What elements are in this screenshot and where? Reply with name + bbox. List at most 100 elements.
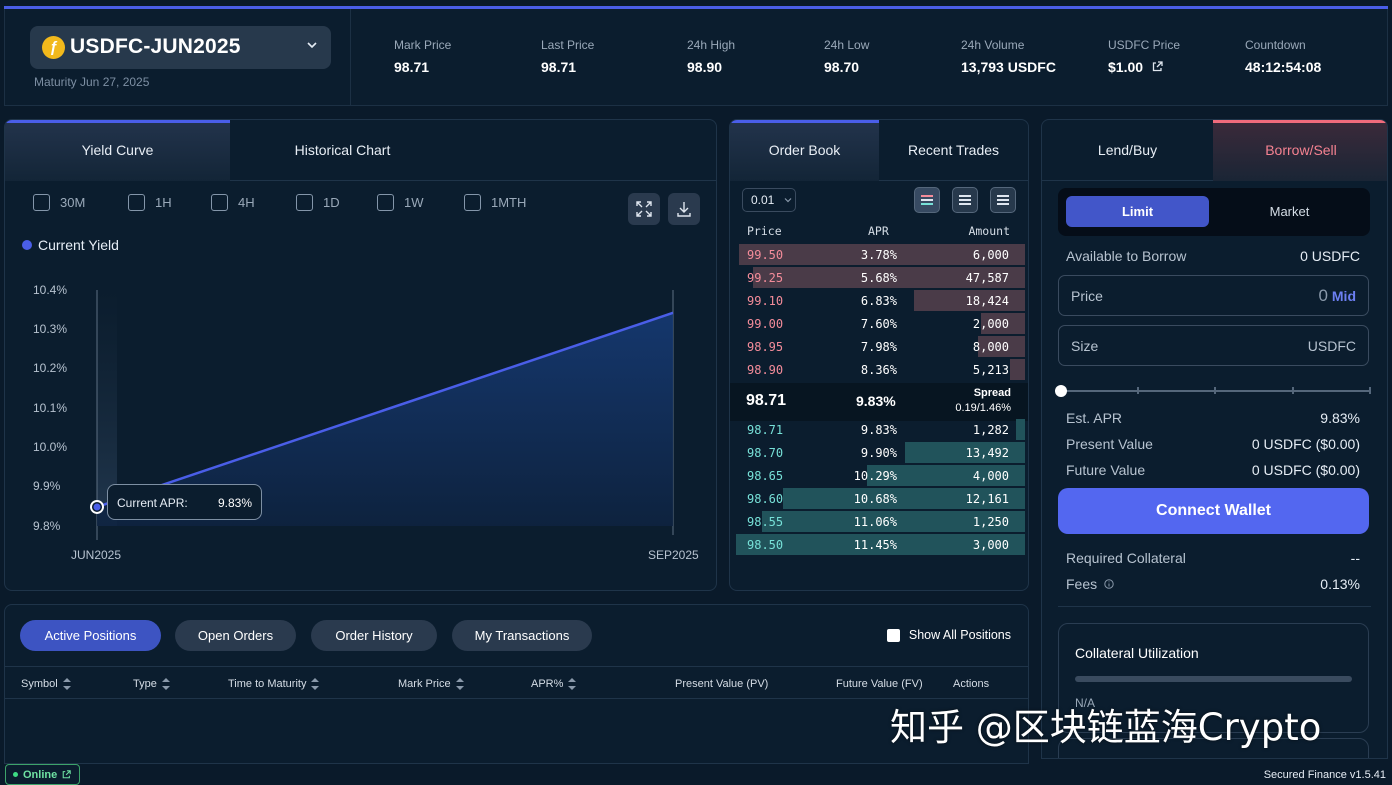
sort-icon bbox=[455, 678, 464, 690]
ask-price: 99.10 bbox=[747, 294, 784, 308]
download-button[interactable] bbox=[668, 193, 700, 225]
divider bbox=[350, 9, 351, 106]
checkbox[interactable] bbox=[211, 194, 228, 211]
slider-handle[interactable] bbox=[1055, 385, 1067, 397]
size-slider[interactable] bbox=[1055, 385, 1371, 397]
checkbox[interactable] bbox=[377, 194, 394, 211]
tab-active-positions[interactable]: Active Positions bbox=[20, 620, 161, 651]
collateral-utilization-title: Collateral Utilization bbox=[1075, 645, 1199, 661]
chevron-down-icon bbox=[784, 198, 792, 203]
tab-recent-trades[interactable]: Recent Trades bbox=[879, 120, 1028, 181]
market-button[interactable]: Market bbox=[1218, 196, 1361, 227]
ask-apr: 7.60% bbox=[860, 317, 897, 331]
ask-amount: 5,213 bbox=[972, 363, 1009, 377]
bid-amount: 4,000 bbox=[972, 469, 1009, 483]
bid-row[interactable]: 98.71 9.83% 1,282 bbox=[733, 419, 1025, 440]
bid-row[interactable]: 98.55 11.06% 1,250 bbox=[733, 511, 1025, 532]
timeframe-1d[interactable]: 1D bbox=[296, 194, 340, 211]
view-bids-button[interactable] bbox=[952, 187, 978, 213]
tick-size-select[interactable]: 0.01 bbox=[742, 188, 796, 212]
bid-row[interactable]: 98.50 11.45% 3,000 bbox=[733, 534, 1025, 555]
mid-price-button[interactable]: Mid bbox=[1332, 288, 1356, 304]
bid-price: 98.55 bbox=[747, 515, 784, 529]
bid-apr: 9.90% bbox=[860, 446, 897, 460]
col-mark-price[interactable]: Mark Price bbox=[398, 678, 464, 690]
view-both-button[interactable] bbox=[914, 187, 940, 213]
col-type[interactable]: Type bbox=[133, 678, 170, 690]
bid-price: 98.65 bbox=[747, 469, 784, 483]
future-value: Future Value 0 USDFC ($0.00) bbox=[1066, 462, 1360, 478]
tab-order-book[interactable]: Order Book bbox=[730, 120, 879, 181]
available-to-borrow: Available to Borrow 0 USDFC bbox=[1066, 248, 1360, 264]
divider bbox=[1058, 606, 1371, 607]
stat-24h-volume: 24h Volume 13,793 USDFC bbox=[961, 38, 1056, 75]
ask-row[interactable]: 99.25 5.68% 47,587 bbox=[733, 267, 1025, 288]
timeframe-1w[interactable]: 1W bbox=[377, 194, 424, 211]
ask-row[interactable]: 99.00 7.60% 2,000 bbox=[733, 313, 1025, 334]
ask-apr: 7.98% bbox=[860, 340, 897, 354]
x-tick-label: JUN2025 bbox=[71, 548, 122, 562]
legend-dot bbox=[22, 240, 32, 250]
y-tick-label: 9.9% bbox=[33, 479, 61, 493]
timeframe-4h[interactable]: 4H bbox=[211, 194, 255, 211]
spread-label: Spread bbox=[973, 387, 1011, 399]
checkbox[interactable] bbox=[33, 194, 50, 211]
info-icon[interactable] bbox=[1104, 579, 1114, 589]
sort-icon bbox=[62, 678, 71, 690]
bid-row[interactable]: 98.70 9.90% 13,492 bbox=[733, 442, 1025, 463]
view-asks-button[interactable] bbox=[990, 187, 1016, 213]
checkbox[interactable] bbox=[296, 194, 313, 211]
spread-row: 98.71 9.83% Spread 0.19/1.46% bbox=[730, 383, 1028, 421]
yield-chart-panel: Yield Curve Historical Chart 30M 1H 4H 1… bbox=[4, 119, 717, 591]
ask-price: 98.95 bbox=[747, 340, 784, 354]
checkbox[interactable] bbox=[886, 628, 900, 642]
connect-wallet-button[interactable]: Connect Wallet bbox=[1058, 488, 1369, 534]
limit-button[interactable]: Limit bbox=[1066, 196, 1209, 227]
ask-row[interactable]: 98.95 7.98% 8,000 bbox=[733, 336, 1025, 357]
bid-row[interactable]: 98.60 10.68% 12,161 bbox=[733, 488, 1025, 509]
show-all-positions-toggle[interactable]: Show All Positions bbox=[886, 628, 1011, 642]
tab-historical-chart[interactable]: Historical Chart bbox=[230, 120, 455, 181]
bid-row[interactable]: 98.65 10.29% 4,000 bbox=[733, 465, 1025, 486]
checkbox[interactable] bbox=[128, 194, 145, 211]
watermark-text: 知乎 @区块链蓝海Crypto bbox=[890, 706, 1322, 749]
expand-icon bbox=[636, 201, 652, 217]
timeframe-30m[interactable]: 30M bbox=[33, 194, 85, 211]
bid-price: 98.71 bbox=[747, 423, 784, 437]
tab-order-history[interactable]: Order History bbox=[311, 620, 437, 651]
asset-selector[interactable]: ƒ USDFC-JUN2025 bbox=[30, 26, 331, 69]
price-field[interactable]: Price 0 Mid bbox=[1058, 275, 1369, 316]
trade-tabs: Lend/Buy Borrow/Sell bbox=[1042, 120, 1387, 181]
expand-button[interactable] bbox=[628, 193, 660, 225]
col-apr[interactable]: APR% bbox=[531, 678, 577, 690]
ask-apr: 6.83% bbox=[860, 294, 897, 308]
size-field[interactable]: Size USDFC bbox=[1058, 325, 1369, 366]
yield-curve-chart bbox=[90, 290, 674, 540]
timeframe-1h[interactable]: 1H bbox=[128, 194, 172, 211]
tab-lend-buy[interactable]: Lend/Buy bbox=[1042, 120, 1213, 181]
checkbox[interactable] bbox=[464, 194, 481, 211]
sort-icon bbox=[161, 678, 170, 690]
tab-yield-curve[interactable]: Yield Curve bbox=[5, 120, 230, 181]
timeframe-1mth[interactable]: 1MTH bbox=[464, 194, 526, 211]
ask-row[interactable]: 99.50 3.78% 6,000 bbox=[733, 244, 1025, 265]
external-link-icon[interactable] bbox=[1152, 61, 1163, 72]
ask-row[interactable]: 98.90 8.36% 5,213 bbox=[733, 359, 1025, 380]
tab-open-orders[interactable]: Open Orders bbox=[175, 620, 296, 651]
ask-row[interactable]: 99.10 6.83% 18,424 bbox=[733, 290, 1025, 311]
bid-price: 98.70 bbox=[747, 446, 784, 460]
current-yield-point[interactable] bbox=[90, 499, 104, 514]
stat-countdown: Countdown 48:12:54:08 bbox=[1245, 38, 1322, 75]
y-tick-label: 10.1% bbox=[33, 401, 68, 415]
est-apr: Est. APR 9.83% bbox=[1066, 410, 1360, 426]
online-status-badge[interactable]: Online bbox=[5, 764, 80, 785]
col-symbol[interactable]: Symbol bbox=[21, 678, 71, 690]
tab-borrow-sell[interactable]: Borrow/Sell bbox=[1213, 120, 1387, 181]
tab-my-transactions[interactable]: My Transactions bbox=[452, 620, 592, 651]
col-time-to-maturity[interactable]: Time to Maturity bbox=[228, 678, 320, 690]
col-amount: Amount bbox=[968, 224, 1010, 238]
bid-apr: 11.45% bbox=[853, 538, 897, 552]
ask-amount: 18,424 bbox=[965, 294, 1009, 308]
ask-price: 99.25 bbox=[747, 271, 784, 285]
status-dot bbox=[13, 772, 18, 777]
